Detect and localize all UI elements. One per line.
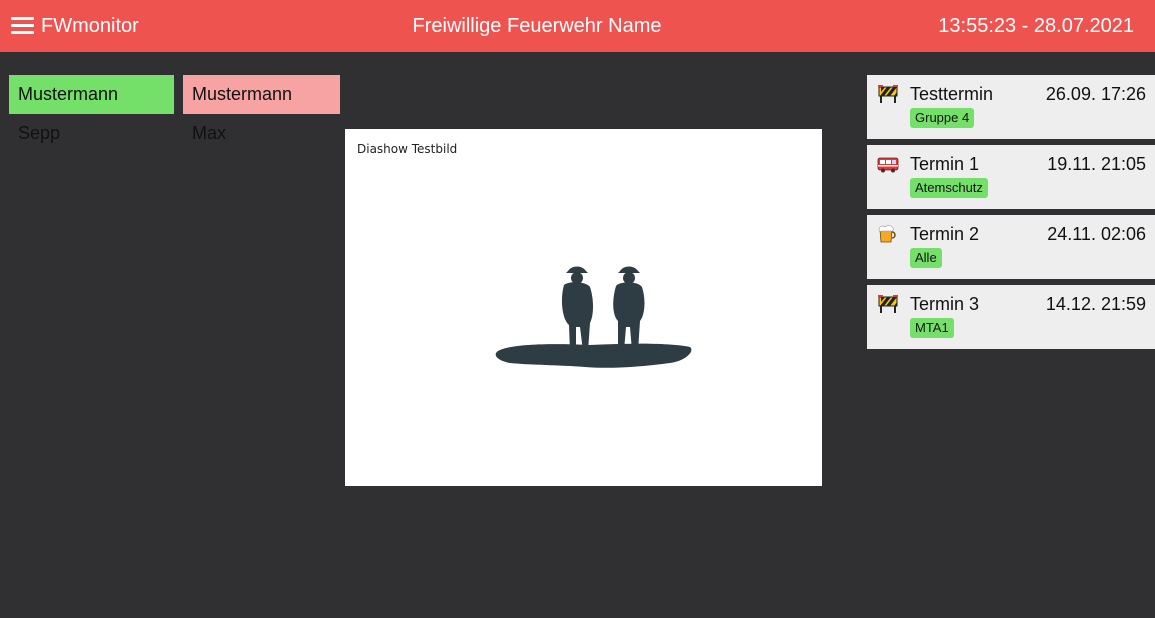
event-group-badge: Atemschutz (910, 178, 988, 198)
event-date: 26.09. 17:26 (1045, 84, 1146, 104)
slideshow: Diashow Testbild (345, 129, 822, 486)
firefighters-silhouette-image (495, 266, 692, 368)
event-group-badge: Alle (910, 248, 942, 268)
event-date: 24.11. 02:06 (1047, 224, 1146, 244)
beer-mug-icon (878, 225, 896, 243)
event-title: Termin 1 (910, 154, 980, 174)
person-unavailable: Mustermann Max (183, 75, 340, 143)
slide-caption: Diashow Testbild (357, 142, 458, 156)
events-list: Testtermin 26.09. 17:26 Gruppe 4 Termin … (867, 75, 1155, 355)
event-title: Termin 3 (910, 294, 980, 314)
event-card: Termin 3 14.12. 21:59 MTA1 (867, 285, 1155, 349)
event-date: 14.12. 21:59 (1045, 294, 1146, 314)
person-available: Mustermann Sepp (9, 75, 174, 143)
event-card: Testtermin 26.09. 17:26 Gruppe 4 (867, 75, 1155, 139)
event-card: Termin 1 19.11. 21:05 Atemschutz (867, 145, 1155, 209)
event-group-badge: Gruppe 4 (910, 108, 975, 128)
event-card: Termin 2 24.11. 02:06 Alle (867, 215, 1155, 279)
event-group-badge: MTA1 (910, 318, 954, 338)
clock: 13:55:23 - 28.07.2021 (938, 15, 1134, 37)
construction-barrier-icon (878, 295, 898, 313)
fire-engine-icon (877, 157, 899, 173)
event-title: Testtermin (910, 84, 994, 104)
event-date: 19.11. 21:05 (1047, 154, 1146, 174)
construction-barrier-icon (878, 85, 898, 103)
event-title: Termin 2 (910, 224, 980, 244)
organization-name: Freiwillige Feuerwehr Name (412, 15, 662, 37)
top-bar: FWmonitor Freiwillige Feuerwehr Name 13:… (0, 0, 1155, 52)
